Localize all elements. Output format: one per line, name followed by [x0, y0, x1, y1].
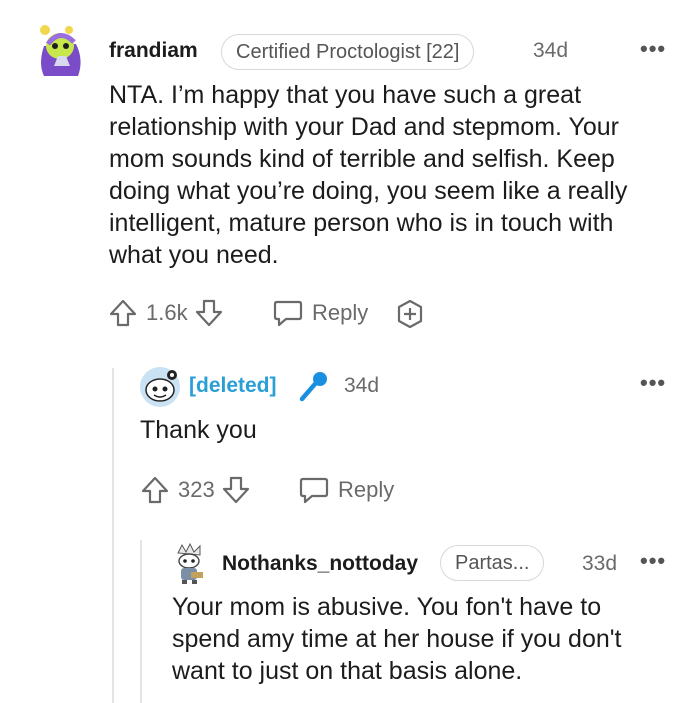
vote-count: 323	[178, 477, 215, 502]
reply-label: Reply	[312, 300, 369, 325]
default-snoo-avatar-icon	[140, 367, 180, 407]
comment-body: Your mom is abusive. You fon't have to s…	[172, 591, 692, 687]
upvote-icon[interactable]	[108, 298, 138, 328]
reply-icon	[298, 475, 330, 505]
comment-line: mom sounds kind of terrible and selfish.…	[109, 145, 615, 173]
microphone-icon	[297, 369, 331, 408]
comment-body: Thank you	[140, 416, 257, 444]
comment-line: doing what you’re doing, you seem like a…	[109, 177, 628, 205]
comment-timestamp: 34d	[344, 374, 380, 397]
more-options-button[interactable]: •••	[640, 548, 666, 574]
comment-line: spend amy time at her house if you don't	[172, 625, 622, 653]
avatar[interactable]	[36, 20, 86, 80]
avatar[interactable]	[172, 542, 210, 585]
thread-line-level-2[interactable]	[140, 540, 142, 703]
comment-body: NTA. I’m happy that you have such a grea…	[109, 79, 689, 271]
award-button[interactable]	[394, 298, 426, 335]
comment-timestamp: 34d	[533, 39, 569, 62]
reply-button[interactable]: Reply	[272, 296, 368, 330]
comment-username[interactable]: frandiam	[109, 39, 198, 63]
comment-username[interactable]: [deleted]	[189, 374, 277, 398]
vote-bar: 323	[140, 473, 251, 507]
comment-line: relationship with your Dad and stepmom. …	[109, 113, 620, 141]
reply-label: Reply	[338, 477, 395, 502]
more-options-button[interactable]: •••	[640, 36, 666, 62]
comment-timestamp: 33d	[582, 552, 618, 575]
reply-icon	[272, 298, 304, 328]
thread-line-level-1[interactable]	[112, 368, 114, 703]
reply-button[interactable]: Reply	[298, 473, 394, 507]
user-flair: Partas...	[440, 545, 545, 581]
comment-line: intelligent, mature person who is in tou…	[109, 209, 614, 237]
comment-line: what you need.	[109, 241, 279, 269]
snoo-avatar-icon	[40, 25, 81, 76]
more-options-button[interactable]: •••	[640, 370, 666, 396]
award-icon	[397, 299, 423, 329]
vote-bar: 1.6k	[108, 296, 224, 330]
downvote-icon[interactable]	[194, 298, 224, 328]
comment-username[interactable]: Nothanks_nottoday	[222, 552, 418, 576]
vote-count: 1.6k	[146, 300, 188, 325]
comment-line: NTA. I’m happy that you have such a grea…	[109, 81, 582, 109]
comment-line: Your mom is abusive. You fon't have to	[172, 593, 602, 621]
avatar[interactable]	[139, 366, 181, 408]
upvote-icon[interactable]	[140, 475, 170, 505]
comment-line: want to just on that basis alone.	[172, 657, 523, 685]
snoo-avatar-icon	[177, 542, 203, 584]
user-flair: Certified Proctologist [22]	[221, 34, 475, 70]
downvote-icon[interactable]	[221, 475, 251, 505]
